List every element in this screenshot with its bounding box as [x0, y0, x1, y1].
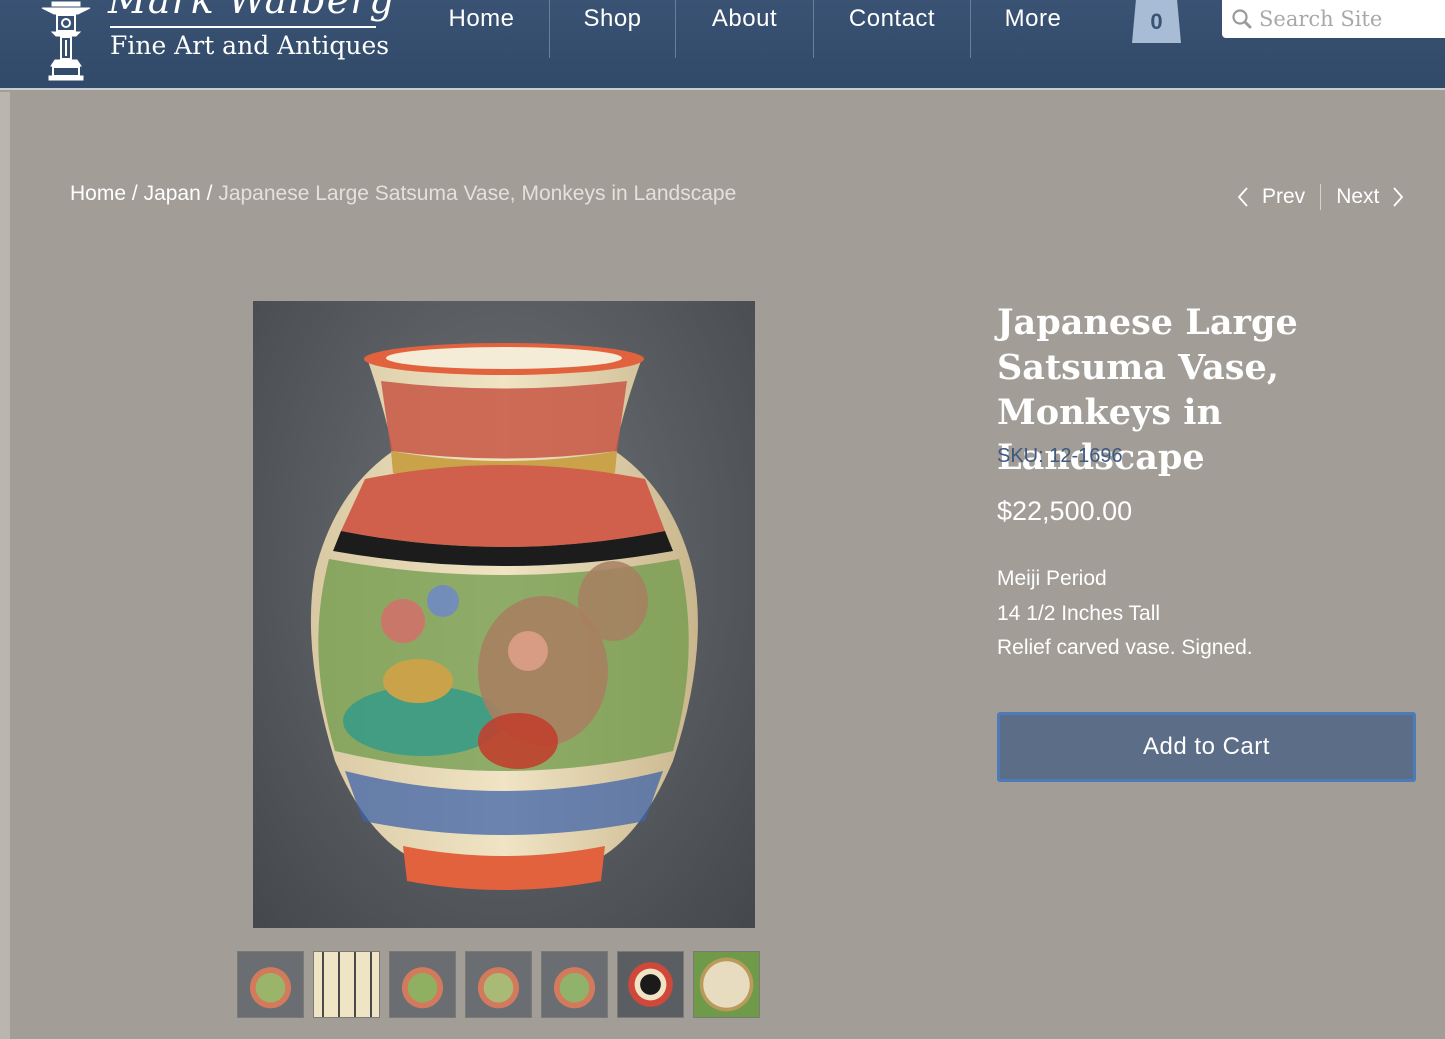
breadcrumb-current: Japanese Large Satsuma Vase, Monkeys in …	[218, 182, 737, 205]
page-edge	[0, 92, 10, 1039]
next-button[interactable]: Next	[1336, 185, 1405, 209]
product-price: $22,500.00	[997, 496, 1133, 526]
logo-name[interactable]: Mark Walberg	[108, 0, 395, 22]
main-nav: Home Shop About Contact More	[414, 0, 1095, 58]
description-line: 14 1/2 Inches Tall	[997, 601, 1161, 625]
breadcrumb: Home / Japan / Japanese Large Satsuma Va…	[70, 182, 736, 206]
search-input[interactable]	[1259, 7, 1439, 31]
thumbnail[interactable]	[617, 951, 684, 1018]
nav-contact[interactable]: Contact	[814, 0, 971, 58]
thumbnail[interactable]	[389, 951, 456, 1018]
thumbnail[interactable]	[541, 951, 608, 1018]
prev-button[interactable]: Prev	[1236, 185, 1305, 209]
thumbnail[interactable]	[237, 951, 304, 1018]
next-label: Next	[1336, 185, 1380, 208]
cart-button[interactable]: 0	[1132, 0, 1181, 43]
add-to-cart-button[interactable]: Add to Cart	[997, 712, 1416, 782]
nav-about[interactable]: About	[676, 0, 814, 58]
vase-illustration	[310, 343, 698, 890]
nav-shop[interactable]: Shop	[550, 0, 676, 58]
description-line: Meiji Period	[997, 567, 1107, 590]
nav-more[interactable]: More	[971, 0, 1095, 58]
logo-lantern-icon[interactable]	[38, 0, 94, 82]
thumbnail[interactable]	[465, 951, 532, 1018]
breadcrumb-separator: /	[131, 182, 138, 205]
pager-divider	[1320, 184, 1322, 210]
chevron-left-icon	[1237, 187, 1248, 207]
logo-tagline[interactable]: Fine Art and Antiques	[110, 31, 389, 60]
breadcrumb-separator: /	[206, 182, 213, 205]
product-description: Meiji Period 14 1/2 Inches Tall Relief c…	[997, 562, 1253, 666]
breadcrumb-home[interactable]: Home	[70, 182, 126, 205]
search-icon	[1232, 9, 1252, 29]
thumbnail[interactable]	[693, 951, 760, 1018]
nav-home[interactable]: Home	[414, 0, 550, 58]
product-pager: Prev Next	[1236, 184, 1405, 210]
thumbnail[interactable]	[313, 951, 380, 1018]
product-sku: SKU: 12-1696	[997, 445, 1123, 467]
site-header: Mark Walberg Fine Art and Antiques Home …	[0, 0, 1445, 90]
cart-count: 0	[1150, 8, 1163, 34]
thumbnail-strip	[237, 951, 769, 1018]
prev-label: Prev	[1262, 185, 1306, 208]
search-box[interactable]	[1222, 0, 1445, 38]
chevron-right-icon	[1393, 187, 1404, 207]
logo-divider	[110, 26, 376, 28]
description-line: Relief carved vase. Signed.	[997, 636, 1253, 659]
breadcrumb-category[interactable]: Japan	[144, 182, 201, 205]
product-main-image[interactable]	[253, 301, 755, 928]
